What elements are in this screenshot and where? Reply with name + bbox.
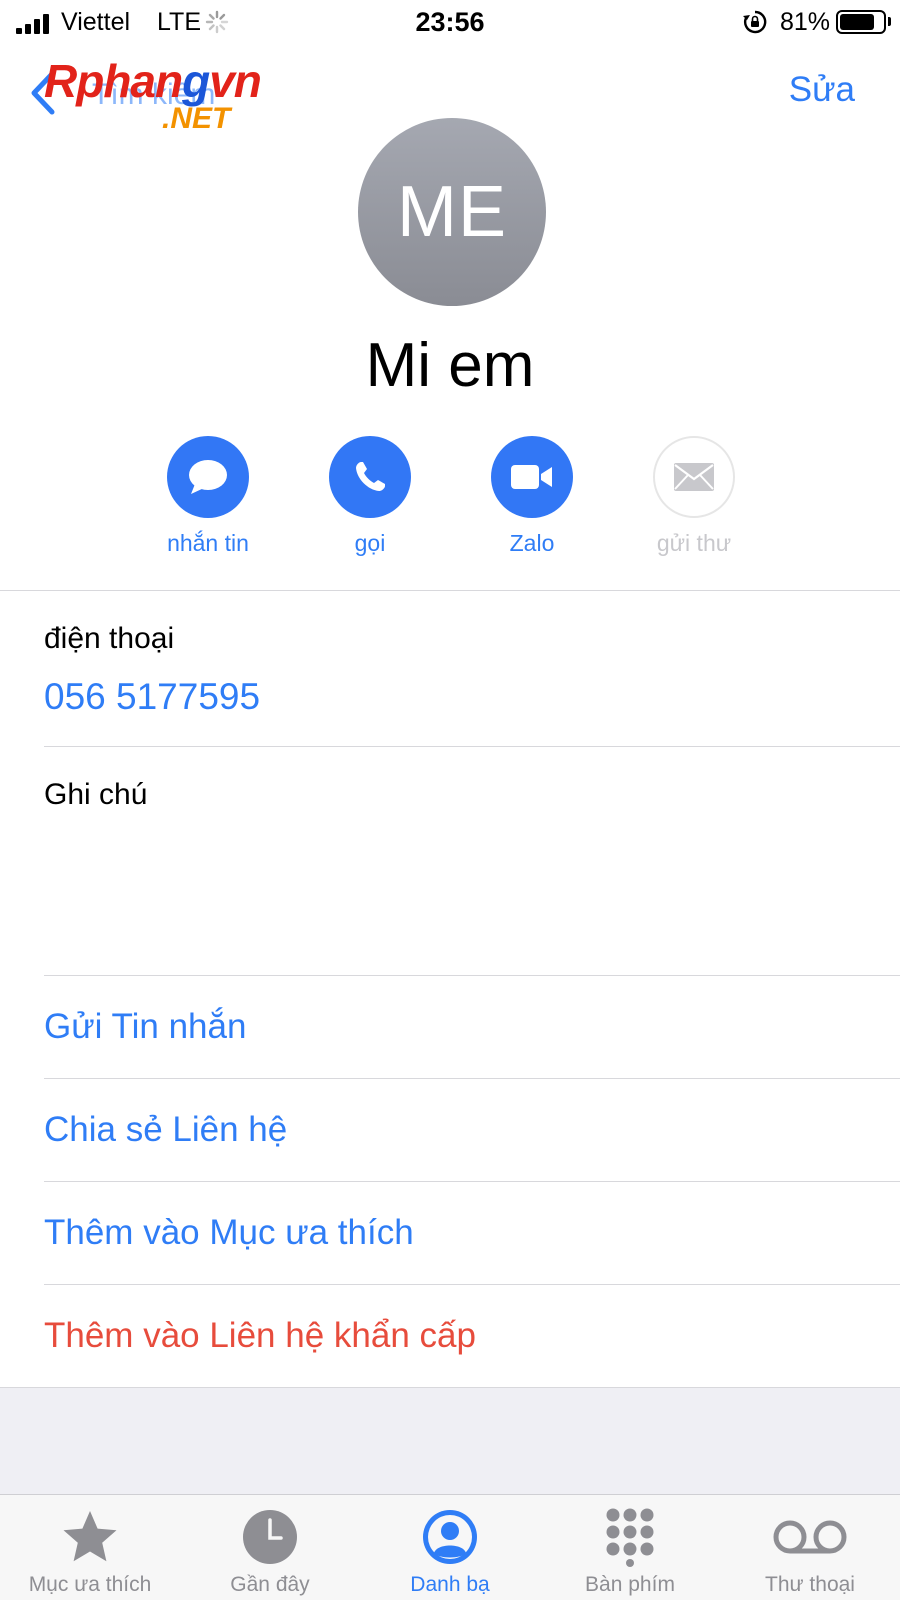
avatar-initials: ME (397, 172, 507, 252)
video-action[interactable]: Zalo (452, 436, 612, 557)
contacts-icon (423, 1510, 477, 1564)
message-action-label: nhắn tin (167, 530, 249, 556)
tab-voicemail[interactable]: Thư thoại (720, 1495, 900, 1600)
tab-label: Danh bạ (410, 1573, 490, 1596)
contact-name: Mi em (365, 331, 535, 400)
tab-favorites[interactable]: Mục ưa thích (0, 1495, 180, 1600)
notes-label[interactable]: Ghi chú (44, 778, 147, 812)
rotation-lock-icon (743, 10, 767, 34)
tab-bar: Mục ưa thích Gần đây Danh bạ Bàn phím Th… (0, 1494, 900, 1600)
mail-action-label: gửi thư (656, 530, 732, 556)
battery-icon (836, 10, 886, 34)
send-message-link[interactable]: Gửi Tin nhắn (44, 1007, 246, 1047)
quick-actions: nhắn tin gọi Zalo gửi thư (0, 436, 900, 566)
edit-button[interactable]: Sửa (789, 70, 855, 110)
clock-icon (243, 1510, 297, 1564)
divider (44, 746, 900, 747)
watermark-sub: .NET (162, 102, 231, 135)
tab-label: Bàn phím (585, 1573, 675, 1596)
status-bar: Viettel LTE 23:56 81% (0, 0, 900, 46)
share-contact-link[interactable]: Chia sẻ Liên hệ (44, 1110, 287, 1150)
watermark-text: Rphangvn (44, 55, 262, 107)
call-action-label: gọi (354, 530, 386, 556)
watermark-logo: Rphangvn .NET (40, 54, 340, 142)
battery-level (840, 14, 875, 30)
tab-keypad[interactable]: Bàn phím (540, 1495, 720, 1600)
tab-contacts[interactable]: Danh bạ (360, 1495, 540, 1600)
star-icon (63, 1511, 117, 1562)
keypad-icon (606, 1508, 654, 1567)
add-favorites-link[interactable]: Thêm vào Mục ưa thích (44, 1213, 414, 1253)
message-action[interactable]: nhắn tin (128, 436, 288, 557)
mail-icon (674, 463, 714, 491)
divider (44, 1181, 900, 1182)
mail-action: gửi thư (614, 436, 774, 557)
phone-label: điện thoại (44, 622, 175, 655)
divider (44, 1284, 900, 1285)
call-action-circle[interactable] (329, 436, 411, 518)
battery-percent: 81% (780, 8, 831, 36)
tab-recents[interactable]: Gần đây (180, 1495, 360, 1600)
phone-number-link[interactable]: 056 5177595 (44, 676, 260, 718)
divider (0, 590, 900, 591)
empty-background (0, 1388, 900, 1494)
voicemail-icon (773, 1520, 847, 1554)
battery-cap (888, 17, 891, 26)
video-action-label: Zalo (509, 530, 555, 556)
phone-icon (356, 462, 385, 491)
video-icon (511, 465, 552, 489)
avatar: ME (358, 118, 546, 306)
call-action[interactable]: gọi (290, 436, 450, 557)
message-action-circle[interactable] (167, 436, 249, 518)
message-icon (189, 460, 227, 494)
divider (44, 1078, 900, 1079)
tab-label: Thư thoại (765, 1573, 855, 1596)
add-emergency-contact-link[interactable]: Thêm vào Liên hệ khẩn cấp (44, 1316, 476, 1356)
mail-action-circle (653, 436, 735, 518)
divider (44, 975, 900, 976)
tab-label: Mục ưa thích (28, 1573, 152, 1596)
video-action-circle[interactable] (491, 436, 573, 518)
tab-label: Gần đây (230, 1573, 310, 1596)
